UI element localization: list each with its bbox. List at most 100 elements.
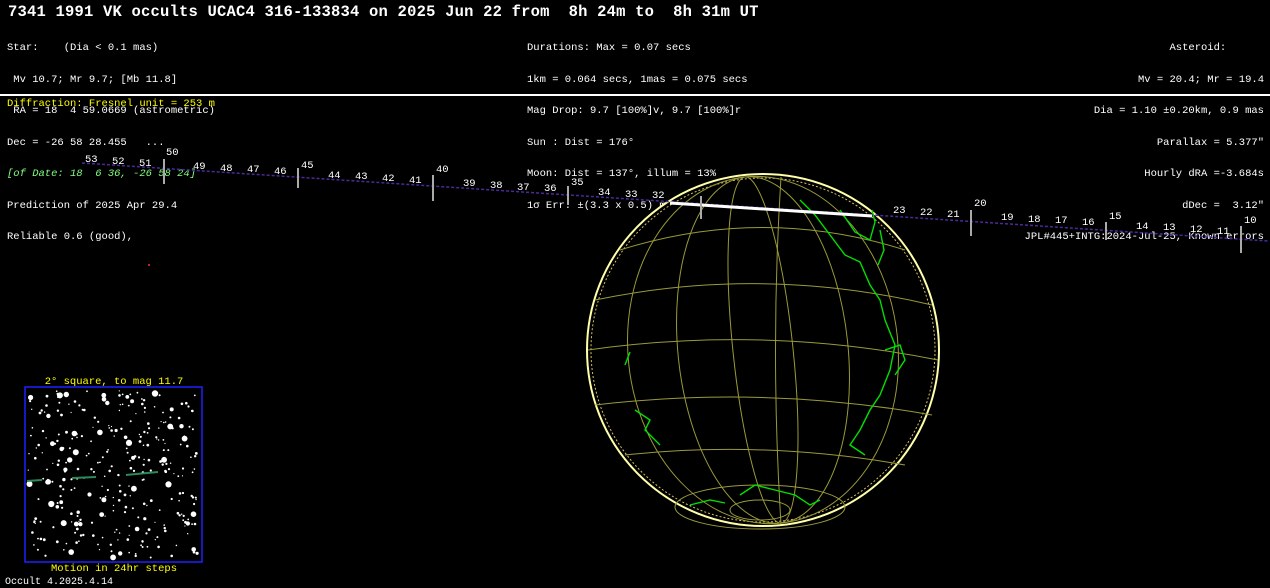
field-star: [181, 475, 184, 477]
field-star: [178, 514, 181, 517]
field-star: [119, 404, 122, 406]
field-star: [125, 447, 128, 450]
field-star: [157, 545, 160, 549]
field-star: [141, 540, 144, 543]
field-star: [190, 409, 194, 413]
field-star: [114, 428, 118, 433]
field-star: [142, 444, 145, 447]
field-star: [56, 392, 63, 399]
field-star: [56, 463, 60, 467]
field-star: [177, 475, 180, 478]
field-star: [31, 531, 34, 534]
field-star: [141, 546, 144, 548]
field-star: [164, 529, 167, 533]
field-star: [137, 456, 141, 459]
tick-48: 48: [220, 163, 233, 175]
field-star: [37, 537, 39, 540]
star-field-caption: Motion in 24hr steps: [50, 563, 178, 575]
tick-13: 13: [1163, 222, 1176, 234]
field-star: [146, 443, 150, 447]
field-star: [143, 406, 146, 409]
field-star: [56, 502, 59, 504]
tick-44: 44: [328, 170, 341, 182]
field-star: [78, 522, 83, 527]
field-star: [92, 534, 95, 537]
field-star: [55, 390, 58, 393]
field-star: [42, 538, 46, 542]
field-star: [73, 400, 77, 403]
field-star: [29, 400, 32, 403]
field-star: [194, 452, 198, 455]
field-star: [70, 488, 73, 491]
field-star: [46, 468, 48, 471]
field-star: [61, 446, 65, 450]
field-star: [118, 532, 121, 534]
field-star: [195, 498, 197, 501]
field-star: [120, 427, 123, 430]
field-star: [104, 515, 106, 517]
field-star: [90, 468, 93, 471]
tick-52: 52: [112, 156, 125, 168]
field-star: [193, 522, 197, 526]
field-star: [38, 411, 42, 415]
field-star: [71, 437, 74, 440]
field-star: [149, 499, 153, 502]
field-star: [187, 405, 190, 408]
field-star: [147, 528, 151, 531]
field-star: [75, 527, 79, 531]
motion-segment: [71, 476, 97, 479]
field-star: [93, 416, 97, 419]
motion-segment: [26, 479, 43, 482]
field-star: [147, 422, 150, 425]
field-star: [82, 533, 85, 537]
field-star: [52, 526, 55, 529]
field-star: [181, 435, 188, 442]
field-star: [110, 425, 113, 428]
field-star: [106, 488, 109, 492]
field-star: [28, 453, 30, 455]
field-star: [68, 447, 71, 450]
field-star: [182, 519, 185, 522]
field-star: [108, 425, 110, 427]
field-star: [68, 549, 74, 555]
field-star: [41, 452, 43, 454]
field-star: [129, 466, 133, 470]
field-star: [52, 462, 54, 464]
field-star: [125, 395, 130, 399]
field-star: [188, 425, 191, 428]
field-star: [156, 536, 159, 539]
field-star: [191, 471, 194, 474]
field-star: [101, 485, 103, 487]
field-star: [161, 456, 168, 463]
field-star: [165, 462, 168, 465]
field-star: [133, 455, 137, 458]
field-star: [169, 407, 174, 412]
field-star: [151, 390, 159, 397]
field-star: [167, 449, 170, 452]
field-star: [184, 525, 186, 527]
field-star: [164, 470, 168, 474]
field-star: [178, 499, 180, 502]
field-star: [158, 509, 161, 511]
field-star: [63, 391, 69, 398]
field-star: [101, 392, 107, 398]
field-star: [65, 542, 68, 545]
field-star: [110, 465, 113, 468]
field-star: [30, 434, 32, 437]
star-field-title: 2° square, to mag 11.7: [44, 376, 184, 388]
field-star: [76, 515, 79, 517]
field-star: [143, 411, 146, 413]
field-star: [117, 473, 120, 477]
field-star: [43, 411, 46, 413]
field-star: [126, 451, 129, 454]
field-star: [169, 462, 172, 464]
field-star: [164, 421, 167, 423]
field-star: [39, 520, 42, 523]
tick-43: 43: [355, 171, 368, 183]
field-star: [87, 492, 92, 497]
field-star: [136, 391, 139, 394]
field-star: [129, 393, 132, 396]
earth-globe: [586, 173, 940, 530]
field-star: [48, 502, 51, 505]
tick-39: 39: [463, 178, 476, 190]
